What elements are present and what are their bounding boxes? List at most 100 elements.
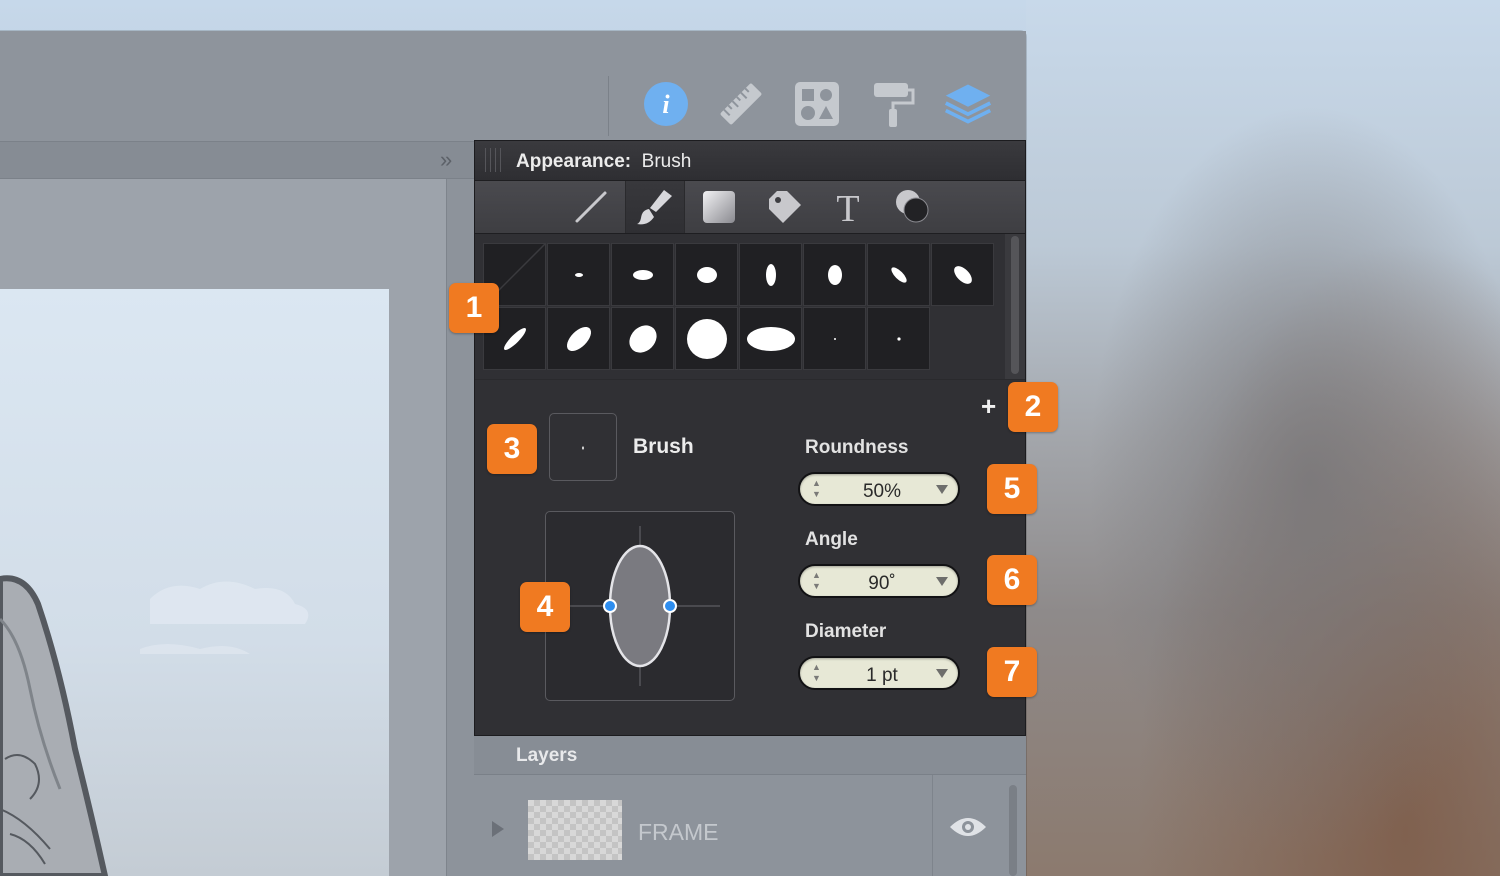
brush-tip-icon	[686, 318, 727, 359]
layers-icon[interactable]	[943, 79, 993, 129]
brush-grid-scrollbar[interactable]	[1005, 234, 1025, 379]
angle-label: Angle	[805, 529, 858, 550]
paint-roller-icon[interactable]	[868, 79, 918, 129]
brush-tip-icon	[896, 336, 901, 341]
layers-scrollbar[interactable]	[1006, 785, 1020, 876]
panel-title-label: Appearance:	[516, 151, 632, 172]
visibility-eye-icon[interactable]	[948, 815, 988, 844]
brush-tip-icon	[953, 265, 972, 284]
stepper-arrows-icon[interactable]: ▲ ▼	[812, 662, 821, 684]
brush-preset[interactable]	[547, 243, 610, 306]
callout-badge: 2	[1008, 382, 1058, 432]
callout-badge: 3	[487, 424, 537, 474]
brush-presets-grid	[483, 243, 995, 371]
text-icon: T	[836, 188, 859, 227]
info-icon[interactable]: i	[641, 79, 691, 129]
brush-tip-icon	[833, 337, 836, 340]
ruler-icon[interactable]	[716, 79, 766, 129]
brush-tip-icon	[574, 272, 583, 277]
diameter-stepper[interactable]: ▲ ▼ 1 pt	[798, 656, 960, 690]
brush-tip-icon	[696, 266, 717, 283]
dropdown-arrow-icon[interactable]	[936, 669, 948, 678]
artboard[interactable]	[0, 289, 389, 876]
brush-tip-icon	[628, 324, 657, 353]
callout-badge: 6	[987, 555, 1037, 605]
toolbar-separator	[608, 76, 609, 136]
fill-tab[interactable]	[689, 181, 749, 233]
panel-title: Appearance: Brush	[516, 151, 691, 173]
brush-shape-editor[interactable]	[545, 511, 735, 701]
fill-icon	[703, 191, 735, 223]
dropdown-arrow-icon[interactable]	[936, 577, 948, 586]
disclosure-triangle-icon[interactable]	[492, 821, 504, 837]
appearance-panel: Appearance: Brush T + Brush Roundness ▲ …	[474, 140, 1026, 736]
layer-name: FRAME	[638, 819, 719, 845]
brush-preset[interactable]	[803, 243, 866, 306]
appearance-tabs: T	[475, 181, 1025, 234]
brush-preset[interactable]	[867, 243, 930, 306]
angle-value: 90˚	[868, 573, 896, 594]
brush-tip-icon	[503, 327, 526, 350]
brush-preset[interactable]	[675, 307, 738, 370]
effects-tab[interactable]	[883, 181, 943, 233]
panel-header: Appearance: Brush	[475, 141, 1025, 181]
brush-preset[interactable]	[675, 243, 738, 306]
brush-tab[interactable]	[625, 181, 685, 233]
stepper-arrows-icon[interactable]: ▲ ▼	[812, 570, 821, 592]
scrollbar-thumb[interactable]	[1011, 236, 1019, 374]
dropdown-arrow-icon[interactable]	[936, 485, 948, 494]
stepper-arrows-icon[interactable]: ▲ ▼	[812, 478, 821, 500]
angle-stepper[interactable]: ▲ ▼ 90˚	[798, 564, 960, 598]
brush-preset[interactable]	[611, 243, 674, 306]
brush-icon	[637, 190, 672, 225]
artboard-illustration	[0, 575, 309, 876]
brush-preset[interactable]	[803, 307, 866, 370]
brush-preview-dot	[582, 446, 584, 450]
layer-row[interactable]: FRAME	[474, 775, 1026, 876]
brush-preset[interactable]	[931, 243, 994, 306]
callout-badge: 7	[987, 647, 1037, 697]
divider	[932, 775, 933, 876]
canvas-tab-bar: »	[0, 141, 474, 179]
shapes-library-icon[interactable]	[792, 79, 842, 129]
window-toolbar: i	[0, 31, 1026, 141]
shadow-effects-icon	[896, 190, 929, 223]
text-tab[interactable]: T	[818, 181, 878, 233]
diameter-label: Diameter	[805, 621, 887, 642]
desktop-background	[1026, 0, 1500, 876]
drag-handle[interactable]	[485, 148, 501, 172]
roundness-stepper[interactable]: ▲ ▼ 50%	[798, 472, 960, 506]
scrollbar-thumb[interactable]	[1009, 785, 1017, 876]
roundness-label: Roundness	[805, 437, 909, 458]
roundness-value: 50%	[862, 481, 902, 502]
brush-tip-icon	[827, 264, 842, 285]
brush-tip-icon	[890, 266, 907, 283]
layer-thumbnail	[528, 800, 622, 860]
collapse-chevron-icon[interactable]: »	[440, 147, 452, 173]
brush-name: Brush	[633, 435, 694, 458]
stroke-tab[interactable]	[561, 181, 621, 233]
callout-badge: 5	[987, 464, 1037, 514]
brush-preset[interactable]	[867, 307, 930, 370]
brush-tip-icon	[765, 263, 776, 286]
brush-tip-icon	[566, 326, 591, 351]
tag-tab[interactable]	[755, 181, 815, 233]
callout-badge: 4	[520, 582, 570, 632]
brush-preset[interactable]	[547, 307, 610, 370]
brush-tip-icon	[746, 326, 795, 351]
brush-preset[interactable]	[611, 307, 674, 370]
brush-preview	[549, 413, 617, 481]
svg-text:T: T	[836, 188, 859, 227]
panel-title-value: Brush	[641, 151, 692, 172]
brush-tip-icon	[632, 269, 653, 280]
brush-preset[interactable]	[739, 243, 802, 306]
tag-icon	[769, 191, 801, 223]
brush-preset[interactable]	[739, 307, 802, 370]
add-brush-button[interactable]: +	[981, 391, 996, 422]
svg-text:i: i	[662, 90, 670, 119]
line-icon	[575, 191, 607, 223]
brush-shape-ellipse	[560, 526, 720, 686]
divider	[475, 379, 1025, 380]
callout-badge: 1	[449, 283, 499, 333]
diameter-value: 1 pt	[866, 665, 898, 686]
